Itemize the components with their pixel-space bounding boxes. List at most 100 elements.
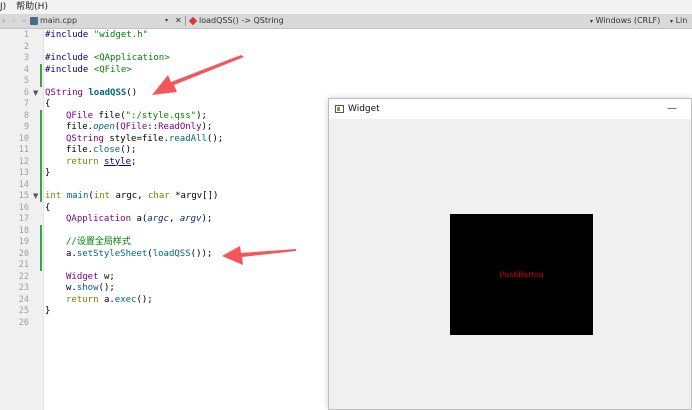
widget-window[interactable]: Widget — PushButton [328,98,692,410]
nav-forward-icon[interactable]: › [12,14,15,28]
code-line: #include <QFile> [45,65,132,77]
line-number: 2 [23,41,29,52]
code-token: file. [66,122,94,132]
window-title: Widget [348,104,380,114]
code-token: ); [201,214,213,224]
function-label: loadQSS() -> QString [199,16,284,25]
code-line: QApplication a(argc, argv); [66,214,212,226]
line-number: 7 [23,99,29,109]
preprocessor-token: #include [45,53,94,63]
keyword-token: int [45,191,67,201]
menu-item-help[interactable]: 帮助(H) [16,0,48,14]
push-button[interactable]: PushButton [450,214,593,335]
line-number: 1 [23,30,29,40]
code-line: w.show(); [66,283,115,295]
method-token: loadQSS [152,248,191,259]
preprocessor-token: #include [45,30,94,40]
line-number: 22 [18,271,29,282]
type-token: QString [45,87,89,98]
type-token: Widget [66,271,104,282]
type-token: QApplication [66,214,137,224]
code-line: #include "widget.h" [45,30,148,42]
code-token: argc, [115,191,148,201]
code-line: int main(int argc, char *argv[]) [45,191,218,203]
chevron-down-icon: ▾ [670,18,674,25]
window-titlebar[interactable]: Widget — [329,99,691,119]
code-token: w; [103,271,115,282]
function-name: main [66,191,89,201]
menubar: J) 帮助(H) [0,0,692,14]
type-token: QFile [66,110,99,121]
chevron-down-icon: ▾ [590,18,594,25]
enum-token: ReadOnly [158,122,202,132]
code-line: file.open(QFile::ReadOnly); [66,122,212,134]
code-token: a( [136,214,148,224]
fold-arrow-icon[interactable]: ▼ [33,88,38,100]
code-line: QString loadQSS() [45,88,137,100]
method-token: exec [114,294,137,305]
code-token: (); [98,283,115,293]
minimize-button[interactable]: — [667,99,677,119]
function-name: loadQSS [88,87,127,98]
type-token: QFile [120,122,148,132]
code-line: } [45,306,51,316]
code-token: ; [131,156,137,167]
split-icon[interactable]: « [22,14,26,28]
extra-selector[interactable]: ▾ Lin [670,14,687,29]
method-token: close [93,145,121,155]
code-token: , [168,214,180,224]
method-token: open [93,122,115,132]
close-file-icon[interactable]: ✕ [175,14,182,28]
code-line: return style; [66,157,136,169]
code-token: a. [66,248,77,259]
line-number: 21 [18,260,29,270]
line-number: 20 [18,248,29,259]
file-name: main.cpp [40,16,78,25]
method-token: setStyleSheet [76,248,148,259]
encoding-selector[interactable]: ▾ Windows (CRLF) [590,14,660,29]
code-token: *argv[]) [175,191,219,201]
code-token: style=file. [109,133,169,144]
code-line: a.setStyleSheet(loadQSS()); [66,249,212,261]
line-number-gutter: 1 2 3 4 5 6 7 8 9 10 11 12 13 14 15 16 1… [0,29,44,410]
param-token: argv [179,214,202,224]
code-line: QString style=file.readAll(); [66,134,223,146]
code-line: QFile file(":/style.qss"); [66,111,207,123]
code-token: () [126,87,138,98]
file-tab[interactable]: main.cpp [30,14,77,28]
code-token: (); [120,145,137,155]
line-number: 23 [18,283,29,293]
code-line: { [45,99,51,109]
code-token: file. [66,145,94,155]
code-token: file( [98,110,126,121]
line-number: 16 [18,202,29,213]
line-number: 4 [23,64,29,75]
code-token: (); [136,294,153,305]
code-token: (); [206,133,224,144]
line-number: 24 [18,294,29,305]
comment-line: //设置全局样式 [66,237,131,247]
code-line: } [45,168,51,178]
menu-item-view[interactable]: J) [0,0,6,14]
line-number: 10 [18,133,29,144]
fold-arrow-icon[interactable]: ▼ [33,191,38,203]
file-dropdown-icon[interactable]: ▾ [165,14,168,28]
keyword-token: char [148,191,176,201]
code-token: w. [66,283,77,293]
code-token: ()); [190,248,213,259]
nav-back-icon[interactable]: ‹ [2,14,5,28]
function-icon [188,16,198,25]
line-number: 19 [18,237,29,247]
variable-link[interactable]: style [104,157,131,167]
red-arrow-icon [222,246,296,265]
line-number: 3 [23,53,29,63]
extra-label: Lin [675,16,688,25]
code-line: file.close(); [66,145,136,157]
line-number: 26 [18,317,29,328]
keyword-token: int [93,191,116,201]
line-number: 6 [23,87,29,98]
line-number: 5 [23,76,29,86]
function-selector[interactable]: loadQSS() -> QString [188,14,284,28]
type-token: QString [66,133,110,144]
window-app-icon [335,105,344,113]
